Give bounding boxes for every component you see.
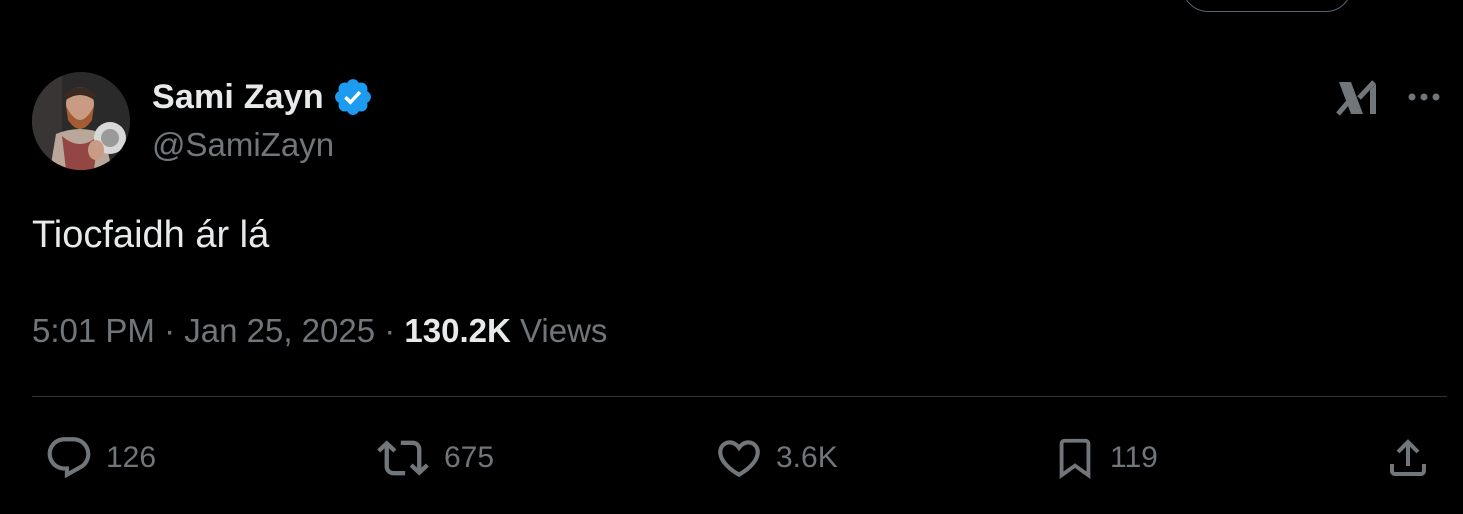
like-button[interactable]: 3.6K: [714, 432, 838, 484]
author-name-row[interactable]: Sami Zayn: [152, 76, 374, 118]
like-count: 3.6K: [776, 441, 838, 474]
avatar[interactable]: [32, 72, 130, 170]
reply-count: 126: [106, 441, 157, 474]
bookmark-button[interactable]: 119: [1052, 432, 1158, 484]
share-icon[interactable]: [1384, 433, 1432, 483]
repost-button[interactable]: 675: [374, 432, 494, 484]
meta-separator: ·: [154, 312, 185, 349]
tweet-time[interactable]: 5:01 PM: [32, 312, 155, 349]
divider: [32, 396, 1447, 397]
tweet-text: Tiocfaidh ár lá: [32, 214, 270, 256]
bookmark-icon[interactable]: [1052, 432, 1098, 484]
author-display-name[interactable]: Sami Zayn: [152, 78, 324, 117]
views-label: Views: [510, 312, 608, 349]
grok-icon[interactable]: [1336, 78, 1378, 118]
share-button[interactable]: [1384, 432, 1432, 484]
heart-icon[interactable]: [714, 433, 764, 483]
verified-badge-icon[interactable]: [332, 76, 374, 118]
views-count[interactable]: 130.2K: [404, 312, 510, 349]
repost-icon[interactable]: [374, 432, 432, 484]
author-handle[interactable]: @SamiZayn: [152, 126, 334, 164]
bookmark-count: 119: [1110, 441, 1158, 474]
tweet-date[interactable]: Jan 25, 2025: [184, 312, 375, 349]
tweet-metadata: 5:01 PM · Jan 25, 2025 · 130.2K Views: [32, 312, 607, 350]
more-options-icon[interactable]: [1404, 84, 1444, 110]
follow-button-partial[interactable]: [1182, 0, 1352, 12]
repost-count: 675: [444, 441, 495, 474]
reply-icon[interactable]: [44, 433, 94, 483]
reply-button[interactable]: 126: [44, 432, 156, 484]
meta-separator: ·: [375, 312, 405, 349]
